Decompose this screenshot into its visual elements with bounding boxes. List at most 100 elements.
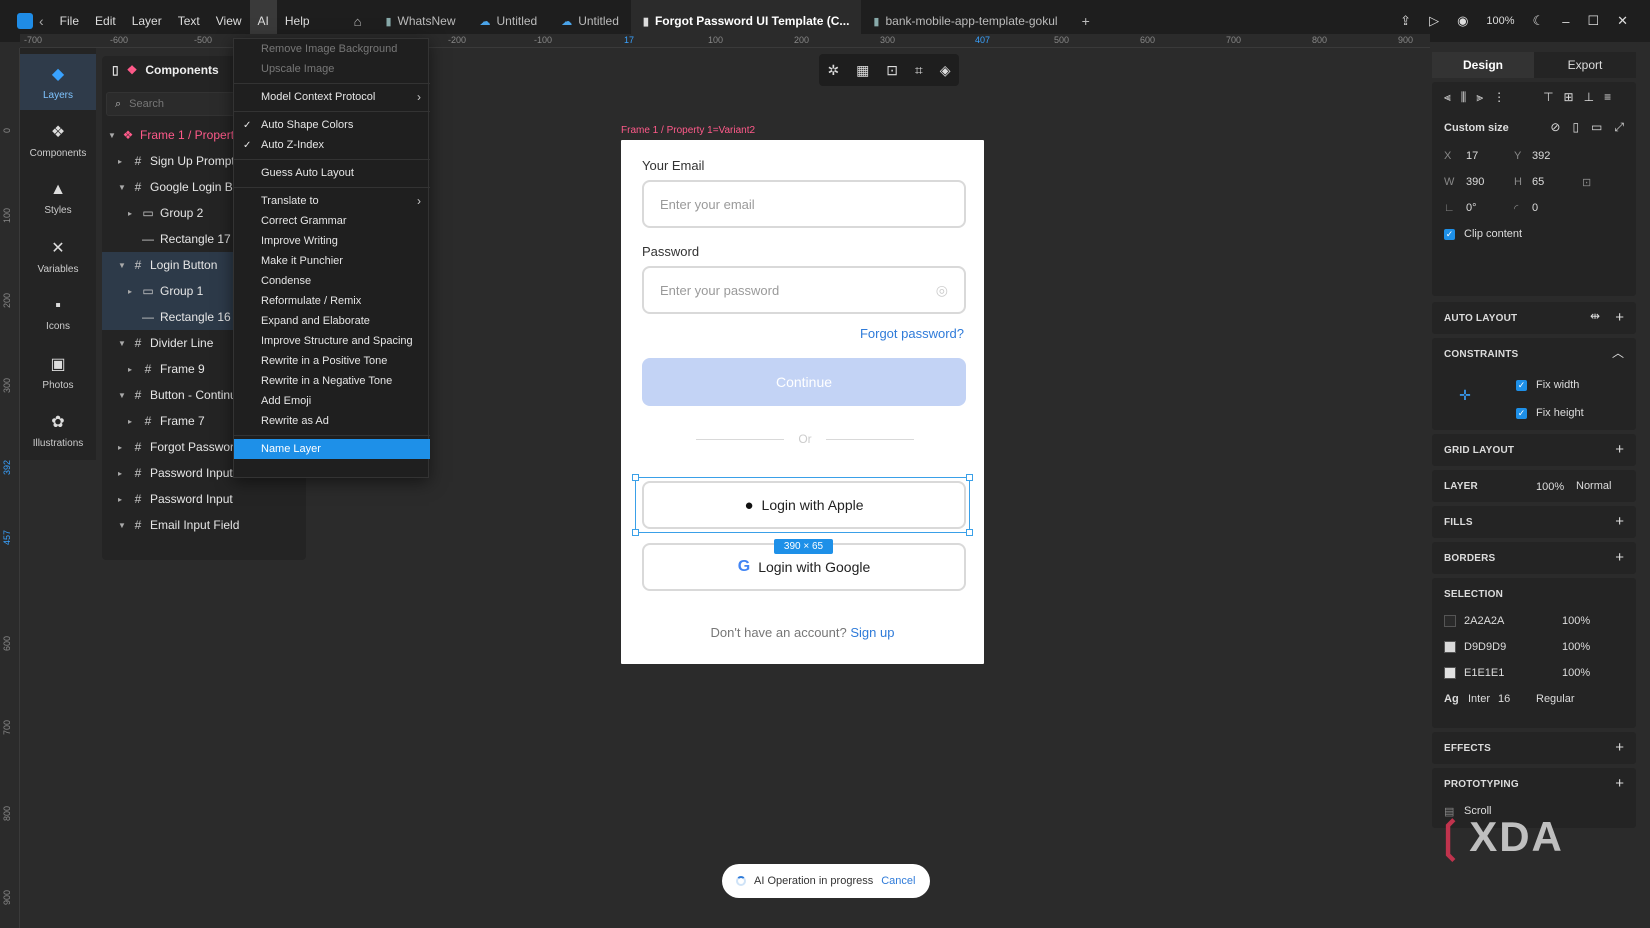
menu-rewrite-positive[interactable]: Rewrite in a Positive Tone xyxy=(234,351,430,371)
menu-remove-image-background[interactable]: Remove Image Background xyxy=(234,39,430,59)
radius-field[interactable]: 0 xyxy=(1532,202,1538,214)
component-lock-icon[interactable]: ⊘ xyxy=(1550,120,1560,135)
play-icon[interactable]: ▷ xyxy=(1429,13,1439,29)
maximize-icon[interactable]: ☐ xyxy=(1587,13,1599,29)
align-center-icon[interactable]: ⫼ xyxy=(1461,90,1467,105)
color-swatch[interactable] xyxy=(1444,615,1456,627)
layer-row[interactable]: ▸ # Password Input xyxy=(102,486,306,512)
collapse-chevron-icon[interactable]: ︿ xyxy=(1612,344,1624,361)
menu-rewrite-as-ad[interactable]: Rewrite as Ad xyxy=(234,411,430,431)
distribute-v-icon[interactable]: ≡ xyxy=(1604,90,1611,105)
color-swatch[interactable] xyxy=(1444,667,1456,679)
color-hex[interactable]: E1E1E1 xyxy=(1464,667,1504,679)
zoom-select[interactable]: 100% xyxy=(1486,15,1514,27)
add-border-button[interactable]: + xyxy=(1615,549,1624,566)
menu-name-layer[interactable]: Name Layer xyxy=(234,439,430,459)
font-name[interactable]: Inter xyxy=(1468,693,1490,705)
nav-components[interactable]: ❖ Components xyxy=(20,112,96,168)
layer-opacity-field[interactable]: 100% xyxy=(1536,481,1564,493)
resize-handle[interactable] xyxy=(632,474,639,481)
grid-icon[interactable]: ▦ xyxy=(856,62,869,79)
x-field[interactable]: 17 xyxy=(1466,150,1478,162)
design-frame[interactable]: Your Email Enter your email Password Ent… xyxy=(621,140,984,664)
resize-handle[interactable] xyxy=(966,474,973,481)
close-icon[interactable]: ✕ xyxy=(1617,13,1628,29)
menu-upscale-image[interactable]: Upscale Image xyxy=(234,59,430,79)
clip-content-checkbox[interactable]: ✓ xyxy=(1444,229,1455,240)
eye-icon[interactable]: ◉ xyxy=(1457,13,1468,29)
tab-design[interactable]: Design xyxy=(1432,52,1534,78)
y-field[interactable]: 392 xyxy=(1532,150,1550,162)
align-right-icon[interactable]: ⫸ xyxy=(1476,90,1483,105)
fix-width-checkbox[interactable]: ✓ xyxy=(1516,380,1527,391)
nav-styles[interactable]: ▲ Styles xyxy=(20,170,96,226)
menu-guess-auto-layout[interactable]: Guess Auto Layout xyxy=(234,163,430,183)
tab-export[interactable]: Export xyxy=(1534,52,1636,78)
align-middle-icon[interactable]: ⊞ xyxy=(1564,90,1574,105)
menu-reformulate-remix[interactable]: Reformulate / Remix xyxy=(234,291,430,311)
frame-label[interactable]: Frame 1 / Property 1=Variant2 xyxy=(621,125,755,136)
distribute-icon[interactable]: ⋮ xyxy=(1493,90,1505,105)
add-fill-button[interactable]: + xyxy=(1615,513,1624,530)
sparkle-icon[interactable]: ✲ xyxy=(827,62,839,79)
add-interaction-button[interactable]: + xyxy=(1615,775,1624,792)
lock-ratio-icon[interactable]: ⊡ xyxy=(1582,176,1591,189)
add-auto-layout-button[interactable]: + xyxy=(1615,309,1624,326)
frame-icon[interactable]: ▭ xyxy=(1591,120,1602,135)
menu-rewrite-negative[interactable]: Rewrite in a Negative Tone xyxy=(234,371,430,391)
color-opacity[interactable]: 100% xyxy=(1562,615,1590,627)
nav-icons[interactable]: ▪ Icons xyxy=(20,286,96,342)
selection-box[interactable] xyxy=(632,474,973,536)
menu-translate-to[interactable]: Translate to › xyxy=(234,191,430,211)
align-top-icon[interactable]: ⊤ xyxy=(1543,90,1553,105)
menu-improve-writing[interactable]: Improve Writing xyxy=(234,231,430,251)
crop-icon[interactable]: ⌗ xyxy=(915,62,923,79)
menu-model-context-protocol[interactable]: Model Context Protocol › xyxy=(234,87,430,107)
nav-layers[interactable]: ◆ Layers xyxy=(20,54,96,110)
constraints-widget[interactable]: ✛ xyxy=(1444,374,1486,416)
align-left-icon[interactable]: ⫷ xyxy=(1444,90,1451,105)
color-hex[interactable]: 2A2A2A xyxy=(1464,615,1504,627)
minimize-icon[interactable]: – xyxy=(1562,14,1569,29)
nav-illustrations[interactable]: ✿ Illustrations xyxy=(20,402,96,458)
resize-handle[interactable] xyxy=(966,529,973,536)
add-grid-button[interactable]: + xyxy=(1615,441,1624,458)
cloud-upload-icon[interactable]: ⇪ xyxy=(1400,13,1411,29)
fix-height-checkbox[interactable]: ✓ xyxy=(1516,408,1527,419)
align-bottom-icon[interactable]: ⊥ xyxy=(1584,90,1594,105)
color-opacity[interactable]: 100% xyxy=(1562,667,1590,679)
menu-add-emoji[interactable]: Add Emoji xyxy=(234,391,430,411)
color-swatch[interactable] xyxy=(1444,641,1456,653)
frame-select-icon[interactable]: ⊡ xyxy=(886,62,898,79)
eye-off-icon[interactable]: ◎ xyxy=(936,282,948,299)
app-logo-icon[interactable] xyxy=(17,13,33,29)
resize-handle[interactable] xyxy=(632,529,639,536)
width-field[interactable]: 390 xyxy=(1466,176,1484,188)
add-effect-button[interactable]: + xyxy=(1615,739,1624,756)
font-weight[interactable]: Regular xyxy=(1536,693,1575,705)
layer-row[interactable]: ▼ # Email Input Field xyxy=(102,512,306,538)
rotation-field[interactable]: 0° xyxy=(1466,202,1477,214)
back-chevron-icon[interactable]: ‹ xyxy=(39,13,44,29)
menu-condense[interactable]: Condense xyxy=(234,271,430,291)
page-icon[interactable]: ▯ xyxy=(1572,120,1579,135)
font-size[interactable]: 16 xyxy=(1498,693,1510,705)
email-input[interactable]: Enter your email xyxy=(642,180,966,228)
menu-improve-structure[interactable]: Improve Structure and Spacing xyxy=(234,331,430,351)
height-field[interactable]: 65 xyxy=(1532,176,1544,188)
sign-up-link[interactable]: Sign up xyxy=(850,625,894,640)
menu-auto-shape-colors[interactable]: ✓ Auto Shape Colors xyxy=(234,115,430,135)
fullscreen-icon[interactable]: ⤢ xyxy=(1614,120,1624,135)
cancel-ai-button[interactable]: Cancel xyxy=(881,875,915,887)
menu-expand-and-elaborate[interactable]: Expand and Elaborate xyxy=(234,311,430,331)
nav-photos[interactable]: ▣ Photos xyxy=(20,344,96,400)
menu-correct-grammar[interactable]: Correct Grammar xyxy=(234,211,430,231)
menu-make-it-punchier[interactable]: Make it Punchier xyxy=(234,251,430,271)
color-hex[interactable]: D9D9D9 xyxy=(1464,641,1506,653)
menu-auto-z-index[interactable]: ✓ Auto Z-Index xyxy=(234,135,430,155)
blend-mode-select[interactable]: Normal xyxy=(1576,480,1611,492)
continue-button[interactable]: Continue xyxy=(642,358,966,406)
forgot-password-link[interactable]: Forgot password? xyxy=(860,326,964,341)
nav-variables[interactable]: ✕ Variables xyxy=(20,228,96,284)
size-preset-select[interactable]: Custom size xyxy=(1444,122,1509,134)
